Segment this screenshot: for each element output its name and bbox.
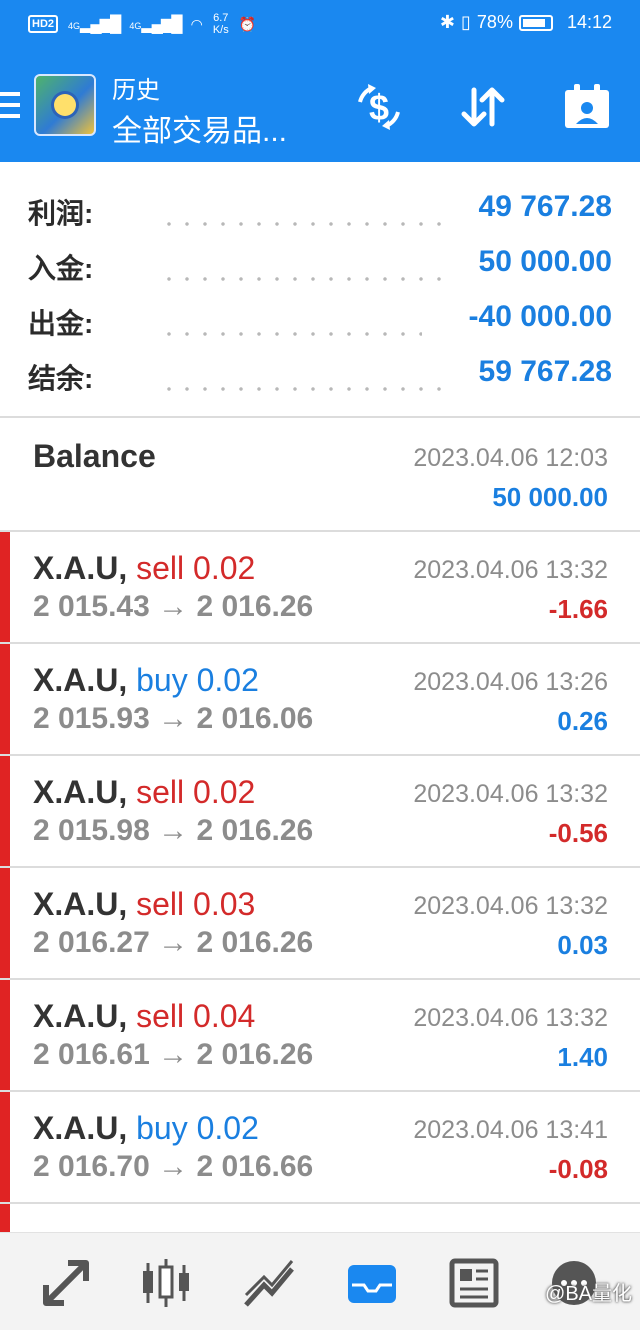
clock: 14:12: [566, 12, 612, 32]
trade-side: sell 0.04: [136, 998, 256, 1034]
battery-icon: [518, 14, 553, 31]
battery-percent: 78%: [476, 12, 513, 32]
svg-text:$: $: [369, 87, 389, 128]
calendar-person-icon[interactable]: [562, 82, 612, 132]
trade-separator: ,: [118, 1110, 128, 1146]
trade-prices: 2 015.98 → 2 016.26: [33, 814, 314, 847]
trade-prices: 2 015.43 → 2 016.26: [33, 590, 314, 623]
vibrate-icon: ▯: [461, 12, 471, 32]
trade-separator: ,: [118, 550, 128, 586]
trade-profit: -0.08: [548, 1154, 608, 1184]
trade-profit: -1.66: [548, 594, 608, 624]
trade-time: 2023.04.06 13:32: [413, 1004, 608, 1032]
history-summary: 利润: 49 767.28 入金: 50 000.00 出金: -40 000.…: [0, 162, 640, 418]
app-logo: [34, 74, 96, 136]
watermark: @BA量化: [545, 1283, 632, 1305]
summary-row-deposit: 入金: 50 000.00: [28, 239, 612, 294]
network-speed: 6.7 K/s: [212, 12, 229, 36]
summary-value: -40 000.00: [468, 300, 612, 333]
news-icon[interactable]: [446, 1255, 502, 1311]
trade-profit: 0.03: [557, 930, 608, 960]
balance-title: Balance: [33, 438, 156, 474]
hamburger-menu-icon[interactable]: [0, 92, 20, 118]
trade-prices: 2 016.61 → 2 016.26: [33, 1038, 314, 1071]
dotted-leader: [160, 277, 442, 281]
bluetooth-icon: ✱: [439, 12, 456, 32]
trade-row[interactable]: X.A.U, sell 0.02 2 015.98 → 2 016.26 202…: [0, 756, 640, 868]
trade-side: sell 0.03: [136, 886, 256, 922]
trade-profit: -0.56: [548, 818, 608, 848]
balance-entry[interactable]: Balance 2023.04.06 12:03 50 000.00: [0, 420, 640, 532]
sort-arrows-icon[interactable]: [458, 82, 508, 132]
trade-symbol: X.A.U: [33, 998, 119, 1034]
balance-amount: 50 000.00: [492, 482, 608, 512]
summary-value: 50 000.00: [478, 245, 612, 278]
trade-row[interactable]: X.A.U, sell 0.02 2 015.43 → 2 016.26 202…: [0, 532, 640, 644]
trade-time: 2023.04.06 13:32: [413, 556, 608, 584]
trade-profit: 0.26: [557, 706, 608, 736]
trade-side: sell 0.02: [136, 774, 256, 810]
trade-time: 2023.04.06 13:41: [413, 1116, 608, 1144]
summary-row-balance: 结余: 59 767.28: [28, 349, 612, 404]
summary-label: 结余:: [28, 363, 94, 394]
bottom-navigation: @BA量化: [0, 1232, 640, 1330]
alarm-icon: ⏰: [238, 15, 257, 32]
summary-label: 利润:: [28, 198, 94, 229]
hd-indicator: HD2: [28, 15, 59, 33]
summary-row-withdrawal: 出金: -40 000.00: [28, 294, 612, 349]
status-bar: HD2 4G▂▄▆█ 4G▂▄▆█ ◠ 6.7 K/s ⏰ ✱ ▯ 78% 14:…: [0, 0, 640, 52]
app-bar: 历史 全部交易品... $: [0, 52, 640, 162]
summary-value: 59 767.28: [478, 355, 612, 388]
trade-symbol: X.A.U: [33, 886, 119, 922]
trade-time: 2023.04.06 13:32: [413, 780, 608, 808]
wifi-icon: ◠: [190, 15, 203, 32]
trade-side: sell 0.02: [136, 550, 256, 586]
trade-prices: 2 016.27 → 2 016.26: [33, 926, 314, 959]
trade-separator: ,: [118, 662, 128, 698]
balance-time: 2023.04.06 12:03: [413, 444, 608, 472]
summary-label: 出金:: [28, 308, 94, 339]
trade-symbol: X.A.U: [33, 1110, 119, 1146]
trade-separator: ,: [118, 998, 128, 1034]
quotes-arrows-icon[interactable]: [38, 1255, 94, 1311]
trade-time: 2023.04.06 13:26: [413, 668, 608, 696]
dotted-leader: [160, 222, 442, 226]
dotted-leader: [160, 387, 442, 391]
trade-row[interactable]: X.A.U, sell 0.04 2 016.61 → 2 016.26 202…: [0, 980, 640, 1092]
signal-icon: 4G▂▄▆█: [68, 16, 121, 33]
trend-line-icon[interactable]: [242, 1255, 298, 1311]
inbox-tray-icon[interactable]: [344, 1255, 400, 1311]
summary-row-profit: 利润: 49 767.28: [28, 184, 612, 239]
trade-prices: 2 016.70 → 2 016.66: [33, 1150, 314, 1183]
trade-symbol: X.A.U: [33, 550, 119, 586]
page-title: 历史: [112, 77, 160, 104]
trade-row[interactable]: X.A.U, buy 0.02 2 015.93 → 2 016.06 2023…: [0, 644, 640, 756]
symbol-filter[interactable]: 全部交易品...: [112, 106, 287, 150]
trade-row[interactable]: X.A.U, buy 0.02 2 016.70 → 2 016.66 2023…: [0, 1092, 640, 1204]
trade-profit: 1.40: [557, 1042, 608, 1072]
trade-symbol: X.A.U: [33, 774, 119, 810]
status-left: HD2 4G▂▄▆█ 4G▂▄▆█ ◠ 6.7 K/s ⏰: [28, 12, 256, 36]
trade-separator: ,: [118, 886, 128, 922]
dotted-leader: [160, 332, 422, 336]
summary-value: 49 767.28: [478, 190, 612, 223]
trade-time: 2023.04.06 13:32: [413, 892, 608, 920]
dollar-refresh-icon[interactable]: $: [354, 82, 404, 132]
summary-label: 入金:: [28, 253, 94, 284]
trade-side: buy 0.02: [136, 1110, 259, 1146]
trade-prices: 2 015.93 → 2 016.06: [33, 702, 314, 735]
trade-row-partial[interactable]: [0, 1204, 640, 1232]
candlestick-chart-icon[interactable]: [138, 1255, 194, 1311]
signal-icon-2: 4G▂▄▆█: [129, 16, 182, 33]
trade-separator: ,: [118, 774, 128, 810]
trade-row[interactable]: X.A.U, sell 0.03 2 016.27 → 2 016.26 202…: [0, 868, 640, 980]
trade-side: buy 0.02: [136, 662, 259, 698]
status-right: ✱ ▯ 78% 14:12: [440, 12, 612, 33]
trade-symbol: X.A.U: [33, 662, 119, 698]
